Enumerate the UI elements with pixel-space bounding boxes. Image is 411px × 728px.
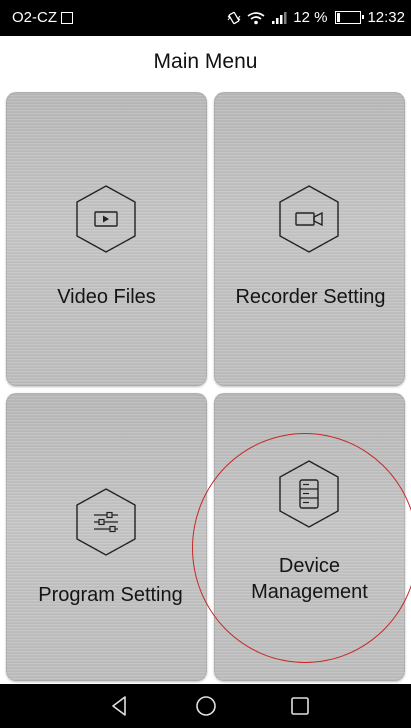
video-files-tile[interactable]: Video Files bbox=[6, 92, 207, 386]
device-management-tile[interactable]: Device Management bbox=[214, 393, 405, 681]
clock: 12:32 bbox=[367, 9, 405, 26]
page-title: Main Menu bbox=[153, 50, 258, 73]
vibrate-icon bbox=[227, 11, 241, 24]
image-icon bbox=[61, 11, 73, 24]
signal-icon bbox=[272, 11, 287, 24]
battery-fill bbox=[337, 13, 341, 22]
battery-percent: 12 % bbox=[293, 9, 328, 26]
camera-icon bbox=[279, 185, 339, 253]
status-right: 12 % 12:32 bbox=[227, 9, 405, 26]
wifi-icon bbox=[247, 11, 265, 24]
device-management-label: Device Management bbox=[251, 555, 368, 603]
video-play-icon bbox=[76, 185, 136, 253]
navigation-bar bbox=[0, 684, 411, 728]
recorder-setting-tile[interactable]: Recorder Setting bbox=[214, 92, 405, 386]
back-icon[interactable] bbox=[108, 694, 132, 718]
program-setting-tile[interactable]: Program Setting bbox=[6, 393, 207, 681]
battery-icon bbox=[335, 11, 365, 24]
status-left: O2-CZ bbox=[12, 9, 73, 26]
recent-apps-icon[interactable] bbox=[288, 694, 312, 718]
screen: O2-CZ 12 % 12:32 Main Menu Video Files R… bbox=[0, 0, 411, 728]
program-setting-label: Program Setting bbox=[38, 584, 183, 606]
home-icon[interactable] bbox=[194, 694, 218, 718]
carrier-name: O2-CZ bbox=[12, 9, 57, 26]
status-bar: O2-CZ 12 % 12:32 bbox=[0, 0, 411, 36]
sliders-icon bbox=[76, 488, 136, 556]
main-menu-grid: Video Files Recorder Setting Program Set… bbox=[0, 84, 411, 684]
server-icon bbox=[279, 460, 339, 528]
video-files-label: Video Files bbox=[57, 286, 156, 308]
recorder-setting-label: Recorder Setting bbox=[235, 286, 386, 308]
